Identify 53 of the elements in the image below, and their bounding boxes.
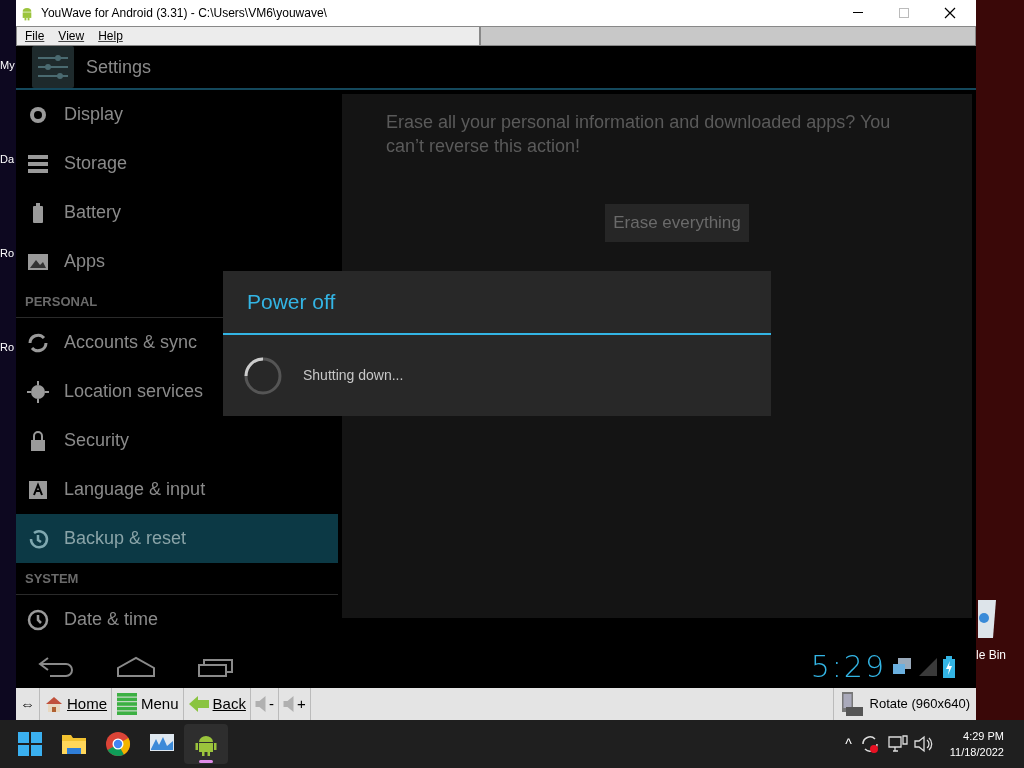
list-icon	[116, 692, 138, 716]
maximize-icon	[899, 8, 909, 18]
phone-icon	[839, 691, 864, 717]
clock-date: 11/18/2022	[949, 745, 1004, 760]
location-icon	[26, 379, 50, 404]
settings-item[interactable]: Date & time	[16, 595, 338, 644]
section-header: SYSTEM	[25, 569, 79, 588]
network-icon[interactable]	[887, 735, 908, 753]
section-header: PERSONAL	[25, 292, 98, 311]
left-arrow-icon	[187, 695, 210, 713]
taskbar-button[interactable]	[184, 724, 228, 764]
browser-icon	[105, 731, 131, 757]
recent-apps-icon[interactable]	[198, 656, 234, 677]
network-icon	[892, 656, 912, 677]
tray-chevron[interactable]: ^	[845, 733, 852, 755]
settings-item[interactable]: Security	[16, 416, 338, 465]
menu-item[interactable]: View	[58, 27, 85, 45]
signal-icon	[918, 656, 938, 677]
desktop-icon-label: Da	[0, 152, 16, 166]
dialog-title: Power off	[247, 289, 336, 316]
desktop-icon-label: Ro	[0, 246, 16, 260]
desktop-icon-label: My	[0, 58, 16, 72]
back-icon[interactable]	[36, 655, 76, 678]
menu-item[interactable]: File	[25, 27, 45, 45]
charging-battery-icon	[942, 655, 956, 678]
sliders-icon	[32, 46, 74, 88]
home-icon[interactable]	[116, 655, 156, 678]
volume-icon[interactable]	[913, 735, 934, 753]
close-icon	[944, 7, 956, 19]
settings-item[interactable]: Display	[16, 90, 338, 139]
windows-icon	[17, 731, 43, 757]
speaker-icon	[254, 696, 266, 712]
settings-item[interactable]: Battery	[16, 188, 338, 237]
window-title: YouWave for Android (3.31) - C:\Users\VM6\youwave\	[41, 5, 328, 22]
clock-icon	[26, 607, 50, 632]
desktop-icon-label: Ro	[0, 340, 16, 354]
sync-icon[interactable]	[859, 734, 880, 754]
menu-item[interactable]: Help	[98, 27, 123, 45]
settings-item[interactable]: Accounts & sync	[16, 318, 338, 367]
minimize-icon	[853, 12, 863, 14]
desktop-icon-label: le Bin	[976, 647, 1007, 664]
house-icon	[44, 694, 64, 714]
speaker-icon	[282, 696, 294, 712]
action-bar-title: Settings	[86, 55, 152, 79]
settings-item[interactable]: Backup & reset	[16, 514, 338, 563]
warning-text: Erase all your personal information and downloaded apps? You can’t reverse this action!	[386, 111, 892, 158]
settings-item[interactable]: Apps	[16, 237, 338, 286]
clock-time: 4:29 PM	[963, 729, 1004, 744]
settings-item[interactable]: Storage	[16, 139, 338, 188]
dialog-message: Shutting down...	[303, 366, 404, 385]
spinner-icon	[243, 355, 283, 396]
settings-item[interactable]: Language & input	[16, 465, 338, 514]
status-clock: 5:29	[810, 648, 886, 686]
